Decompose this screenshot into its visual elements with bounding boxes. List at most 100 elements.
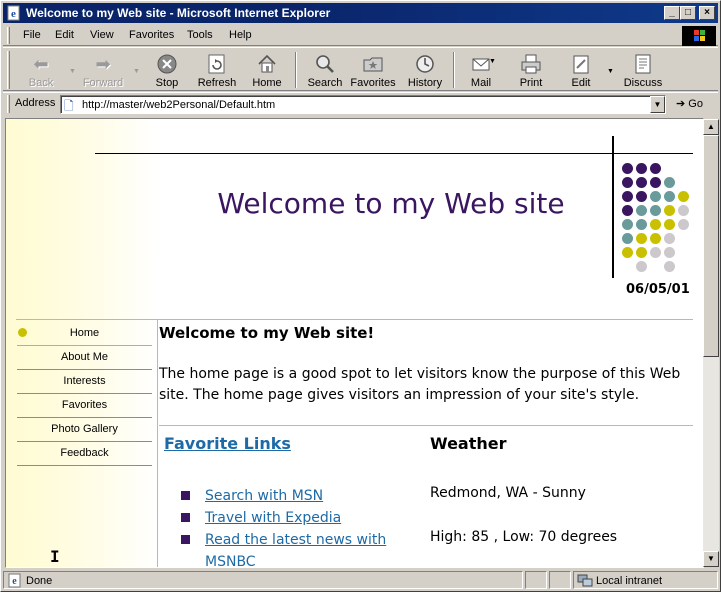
stop-button[interactable]: Stop	[141, 50, 193, 90]
nav-item-photo-gallery[interactable]: Photo Gallery	[17, 418, 152, 442]
favorites-button[interactable]: Favorites	[347, 50, 399, 90]
minimize-button[interactable]: _	[664, 6, 680, 20]
status-text: Done	[26, 575, 53, 587]
back-dropdown-icon[interactable]: ▼	[69, 68, 76, 75]
weather-temperatures: High: 85 , Low: 70 degrees	[430, 529, 618, 545]
scroll-thumb[interactable]	[703, 135, 719, 357]
back-arrow-icon: ⬅	[33, 54, 49, 74]
forward-dropdown-icon[interactable]: ▼	[133, 68, 140, 75]
ie-page-icon: e	[7, 5, 20, 21]
browser-window: e Welcome to my Web site - Microsoft Int…	[0, 0, 721, 592]
menu-edit[interactable]: Edit	[55, 29, 74, 41]
close-button[interactable]: ×	[699, 6, 715, 20]
address-grip[interactable]	[7, 95, 10, 113]
weather-location: Redmond, WA - Sunny	[430, 485, 586, 501]
menu-view[interactable]: View	[90, 29, 114, 41]
address-dropdown-icon[interactable]: ▼	[650, 96, 665, 113]
favorites-label: Favorites	[350, 77, 396, 89]
scroll-down-icon[interactable]: ▼	[703, 551, 719, 567]
welcome-title: Welcome to my Web site!	[159, 324, 375, 342]
back-label: Back	[28, 77, 54, 89]
refresh-button[interactable]: Refresh	[191, 50, 243, 90]
list-item[interactable]: Travel with Expedia	[181, 507, 411, 529]
menu-bar: File Edit View Favorites Tools Help	[3, 25, 718, 46]
discuss-button[interactable]: Discuss	[617, 50, 669, 90]
active-bullet-icon	[18, 328, 27, 337]
square-bullet-icon	[181, 513, 190, 522]
home-button[interactable]: Home	[241, 50, 293, 90]
nav-item-feedback[interactable]: Feedback	[17, 442, 152, 466]
header-rule	[95, 153, 693, 154]
link-msnbc-news[interactable]: Read the latest news with MSNBC	[205, 532, 386, 567]
history-label: History	[407, 77, 443, 89]
go-button[interactable]: ➔ Go	[676, 97, 703, 110]
nav-label: Home	[69, 327, 100, 339]
windows-logo-icon	[682, 26, 716, 46]
page-viewport: Welcome to my Web site 06/05/01 Home Abo…	[5, 118, 704, 568]
print-icon	[521, 54, 541, 74]
square-bullet-icon	[181, 491, 190, 500]
go-label: Go	[688, 98, 703, 110]
dot-pattern-graphic	[622, 163, 702, 273]
menu-favorites[interactable]: Favorites	[129, 29, 174, 41]
list-item[interactable]: Search with MSN	[181, 485, 411, 507]
home-icon	[258, 54, 276, 73]
security-zone-panel: Local intranet	[573, 571, 718, 589]
nav-item-about-me[interactable]: About Me	[17, 346, 152, 370]
nav-label: Feedback	[60, 447, 109, 459]
nav-label: Favorites	[61, 399, 108, 411]
page-date: 06/05/01	[626, 282, 690, 297]
edit-button[interactable]: Edit	[555, 50, 607, 90]
menu-help[interactable]: Help	[229, 29, 252, 41]
nav-item-favorites[interactable]: Favorites	[17, 394, 152, 418]
back-button[interactable]: ⬅ Back	[15, 50, 67, 90]
print-label: Print	[519, 77, 543, 89]
window-title: Welcome to my Web site - Microsoft Inter…	[26, 6, 331, 20]
search-button[interactable]: Search	[299, 50, 351, 90]
discuss-label: Discuss	[623, 77, 663, 89]
nav-label: Photo Gallery	[51, 423, 118, 435]
nav-label: Interests	[63, 375, 106, 387]
list-item[interactable]: Read the latest news with MSNBC	[181, 529, 411, 567]
history-icon	[416, 55, 434, 73]
forward-button[interactable]: ➡ Forward	[77, 50, 129, 90]
address-bar: Address 🗋 http://master/web2Personal/Def…	[3, 92, 718, 115]
menu-tools[interactable]: Tools	[187, 29, 213, 41]
mail-label: Mail	[470, 77, 492, 89]
nav-item-interests[interactable]: Interests	[17, 370, 152, 394]
local-intranet-icon	[577, 574, 593, 587]
mail-dropdown-icon[interactable]: ▼	[489, 58, 496, 65]
svg-text:e: e	[12, 576, 17, 587]
toolbar-grip[interactable]	[7, 51, 10, 89]
menu-grip[interactable]	[7, 27, 10, 44]
forward-label: Forward	[82, 77, 124, 89]
title-bar[interactable]: e Welcome to my Web site - Microsoft Int…	[3, 3, 718, 23]
page-icon: 🗋	[64, 99, 74, 113]
scroll-up-icon[interactable]: ▲	[703, 119, 719, 135]
refresh-icon	[208, 54, 225, 74]
weather-heading: Weather	[430, 434, 507, 453]
zone-text: Local intranet	[596, 575, 663, 587]
favorite-links-heading[interactable]: Favorite Links	[164, 434, 291, 453]
search-icon	[316, 55, 334, 73]
mail-button[interactable]: Mail	[455, 50, 507, 90]
page-done-icon: e	[8, 573, 21, 588]
go-arrow-icon: ➔	[676, 98, 686, 110]
toolbar-separator	[295, 52, 297, 88]
vertical-scrollbar[interactable]: ▲ ▼	[703, 119, 719, 567]
menu-file[interactable]: File	[23, 29, 41, 41]
maximize-button[interactable]: □	[680, 6, 696, 20]
edit-dropdown-icon[interactable]: ▼	[607, 68, 614, 75]
address-input[interactable]: 🗋 http://master/web2Personal/Default.htm…	[60, 95, 666, 114]
intro-paragraph: The home page is a good spot to let visi…	[159, 366, 681, 403]
header-divider	[16, 319, 693, 320]
home-label: Home	[252, 77, 282, 89]
nav-item-home[interactable]: Home	[17, 322, 152, 346]
link-search-msn[interactable]: Search with MSN	[205, 488, 323, 504]
history-button[interactable]: History	[399, 50, 451, 90]
address-value[interactable]: http://master/web2Personal/Default.htm	[82, 99, 275, 111]
search-label: Search	[307, 77, 343, 89]
link-travel-expedia[interactable]: Travel with Expedia	[205, 510, 341, 526]
print-button[interactable]: Print	[505, 50, 557, 90]
status-panel	[525, 571, 547, 589]
